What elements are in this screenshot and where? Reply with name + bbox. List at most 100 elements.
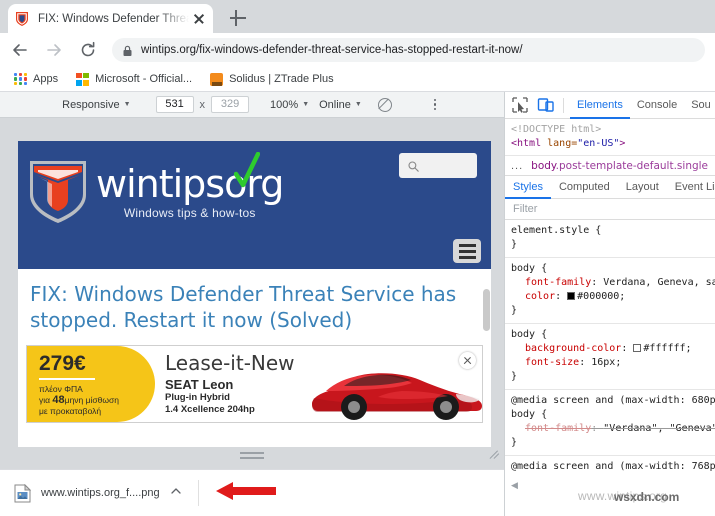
- network-throttle-selector[interactable]: Online ▼: [319, 99, 362, 111]
- tab-console[interactable]: Console: [630, 92, 684, 119]
- dom-html-node[interactable]: <html lang="en-US">: [511, 137, 709, 151]
- ad-variant: Plug-in Hybrid: [165, 392, 230, 403]
- advertisement-banner[interactable]: 279€ πλέον ΦΠΑ για 48μηνη μίσθωση με προ…: [26, 345, 483, 423]
- reload-icon[interactable]: [74, 36, 102, 64]
- back-arrow-icon[interactable]: [6, 36, 34, 64]
- css-rule-element-style[interactable]: element.style { }: [505, 220, 715, 258]
- ad-sub-2-post: μηνη μίσθωση: [64, 395, 120, 405]
- css-declaration[interactable]: font-family: Verdana, Geneva, sa: [511, 276, 715, 290]
- bookmarks-bar: Apps Microsoft - Official... Solidus | Z…: [0, 67, 715, 92]
- bookmark-solidus[interactable]: Solidus | ZTrade Plus: [210, 72, 334, 86]
- css-declaration-overridden[interactable]: font-family: "Verdana", "Geneva": [511, 422, 715, 436]
- css-rule-media-768[interactable]: @media screen and (max-width: 768px: [505, 456, 715, 479]
- ad-close-icon[interactable]: [459, 352, 476, 369]
- ad-text-block: Lease-it-New SEAT Leon Plug-in Hybrid 1.…: [165, 352, 295, 416]
- tab-computed[interactable]: Computed: [551, 176, 618, 199]
- bookmark-label: Apps: [33, 73, 59, 85]
- styles-filter-input[interactable]: Filter: [505, 199, 715, 220]
- bookmark-apps[interactable]: Apps: [14, 72, 59, 86]
- hamburger-menu-icon[interactable]: [453, 239, 481, 263]
- css-value: Verdana, Geneva, sa: [603, 277, 715, 288]
- css-value: "Verdana", "Geneva": [603, 423, 715, 434]
- dom-tag-open: <html: [511, 138, 542, 149]
- red-arrow-left-icon: [215, 480, 277, 507]
- watermark: www.wintips.org wsxdn.com: [578, 487, 708, 507]
- site-logo[interactable]: wintipsorg Windows tips & how-tos: [28, 151, 284, 225]
- kebab-menu-icon[interactable]: [428, 97, 442, 113]
- styles-filter-placeholder: Filter: [513, 203, 538, 215]
- bookmark-microsoft[interactable]: Microsoft - Official...: [76, 72, 192, 86]
- ad-sub-line-3: με προκαταβολή: [39, 406, 102, 416]
- dom-attr-value: "en-US": [577, 138, 620, 149]
- microsoft-logo-icon: [76, 72, 90, 86]
- css-property: font-family: [525, 277, 592, 288]
- zoom-selector[interactable]: 100% ▼: [270, 99, 309, 111]
- bookmark-label: Solidus | ZTrade Plus: [229, 73, 334, 85]
- styles-tab-row: Styles Computed Layout Event Lis: [505, 176, 715, 199]
- download-file-name: www.wintips.org_f....png: [41, 487, 160, 499]
- logo-wordmark: wintipsorg Windows tips & how-tos: [96, 151, 284, 220]
- chevron-down-icon: ▼: [302, 101, 310, 108]
- inspect-element-icon[interactable]: [509, 94, 531, 116]
- throttle-label: Online: [319, 98, 351, 111]
- viewport-resize-handle[interactable]: [240, 452, 264, 460]
- css-declaration[interactable]: background-color: #ffffff;: [511, 342, 709, 356]
- viewport-height-input[interactable]: 329: [211, 96, 250, 113]
- no-throttling-icon[interactable]: [377, 97, 392, 112]
- solidus-icon: [210, 72, 224, 86]
- tab-strip: FIX: Windows Defender Threat Se: [0, 0, 715, 33]
- dom-tree[interactable]: <!DOCTYPE html> <html lang="en-US">: [505, 119, 715, 156]
- page-scrollbar[interactable]: [483, 289, 490, 331]
- new-tab-button[interactable]: [228, 8, 248, 28]
- css-property: color: [525, 291, 556, 302]
- css-declaration[interactable]: color: #000000;: [511, 290, 709, 304]
- article-title: FIX: Windows Defender Threat Service has…: [30, 282, 457, 332]
- toolbar-divider: [563, 97, 564, 113]
- css-property: font-family: [525, 423, 592, 434]
- ad-model: SEAT Leon: [165, 377, 234, 392]
- wintips-shield-logo-icon: [28, 159, 88, 225]
- watermark-front: wsxdn.com: [614, 490, 680, 504]
- device-toolbar-toggle-icon[interactable]: [535, 94, 557, 116]
- color-swatch[interactable]: [633, 344, 642, 352]
- ad-sub-2-num: 48: [52, 394, 65, 406]
- ad-divider: [39, 378, 95, 380]
- dom-attr-name: lang=: [541, 138, 578, 149]
- tab-layout[interactable]: Layout: [618, 176, 667, 199]
- css-rule-body-1[interactable]: body { font-family: Verdana, Geneva, sa …: [505, 258, 715, 324]
- tab-sources[interactable]: Sou: [684, 92, 715, 119]
- forward-arrow-icon[interactable]: [40, 36, 68, 64]
- tab-styles[interactable]: Styles: [505, 176, 551, 199]
- css-property: font-size: [525, 357, 580, 368]
- dimension-separator: x: [199, 98, 206, 111]
- css-declaration[interactable]: font-size: 16px;: [511, 356, 709, 370]
- address-bar[interactable]: wintips.org/fix-windows-defender-threat-…: [112, 38, 705, 62]
- viewport-width-input[interactable]: 531: [155, 96, 194, 113]
- breadcrumb-selected[interactable]: body.post-template-default.single.sing: [531, 160, 709, 172]
- css-rule-media-680[interactable]: @media screen and (max-width: 680px body…: [505, 390, 715, 456]
- device-viewport: wintipsorg Windows tips & how-tos FIX: W…: [0, 118, 504, 469]
- breadcrumb[interactable]: ... body.post-template-default.single.si…: [505, 156, 715, 176]
- search-icon: [408, 159, 419, 172]
- tab-elements[interactable]: Elements: [570, 92, 630, 119]
- download-item[interactable]: www.wintips.org_f....png: [14, 483, 182, 503]
- css-selector: element.style {: [511, 225, 602, 236]
- breadcrumb-overflow[interactable]: ...: [511, 160, 523, 172]
- tab-event-listeners[interactable]: Event Lis: [667, 176, 715, 199]
- red-seat-leon-car: [306, 358, 482, 420]
- css-rule-body-2[interactable]: body { background-color: #ffffff; font-s…: [505, 324, 715, 390]
- apps-grid-icon: [14, 72, 27, 86]
- color-swatch[interactable]: [567, 292, 576, 300]
- viewport-corner-grip[interactable]: [489, 448, 501, 460]
- css-value: #ffffff;: [643, 343, 692, 354]
- site-search-box[interactable]: [399, 153, 477, 178]
- device-emulation-toolbar: Responsive ▼ 531 x 329 100% ▼ Online ▼: [0, 92, 504, 118]
- css-media-query: @media screen and (max-width: 768px: [511, 461, 715, 472]
- close-icon[interactable]: [191, 11, 207, 27]
- ad-price-block: 279€ πλέον ΦΠΑ για 48μηνη μίσθωση με προ…: [27, 346, 155, 422]
- css-close-brace: }: [511, 371, 518, 382]
- browser-tab[interactable]: FIX: Windows Defender Threat Se: [8, 4, 213, 33]
- image-file-icon: [14, 483, 32, 503]
- chevron-up-icon[interactable]: [170, 484, 182, 502]
- device-selector[interactable]: Responsive ▼: [62, 99, 130, 111]
